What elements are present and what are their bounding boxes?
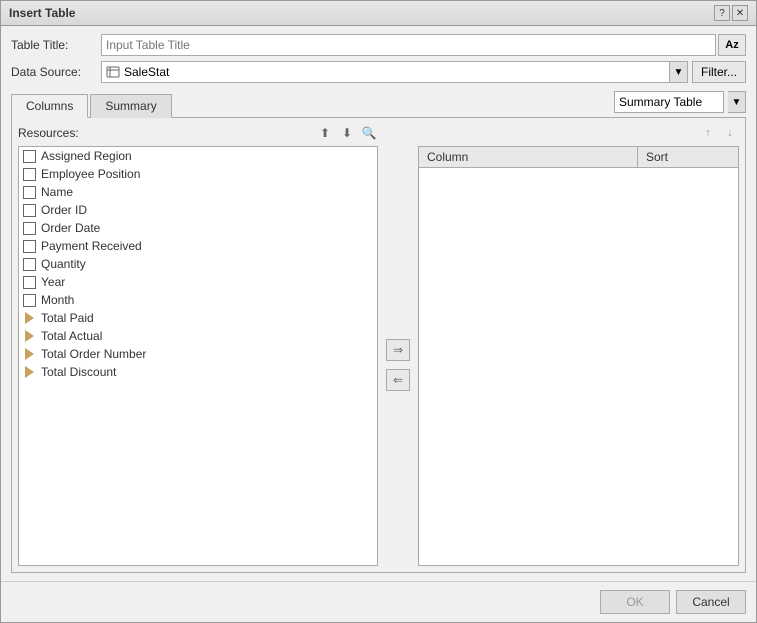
- table-title-label: Table Title:: [11, 38, 101, 52]
- list-item[interactable]: Total Discount: [19, 363, 377, 381]
- move-left-button[interactable]: ⇐: [386, 369, 410, 391]
- close-button[interactable]: ✕: [732, 5, 748, 21]
- tab-columns[interactable]: Columns: [11, 94, 88, 118]
- tabs-container: Columns Summary Summary Table ▼: [11, 91, 746, 118]
- resources-label: Resources:: [18, 126, 79, 140]
- right-header: ↑ ↓: [418, 124, 739, 142]
- resources-list: Assigned Region Employee Position Name Orde…: [18, 146, 378, 566]
- resource-checkbox[interactable]: [23, 294, 36, 307]
- resource-triangle-icon: [23, 348, 36, 361]
- dialog-title: Insert Table: [9, 6, 75, 20]
- resource-label: Name: [41, 185, 73, 199]
- list-item[interactable]: Order Date: [19, 219, 377, 237]
- datasource-row: Data Source: SaleStat ▼ Filter...: [11, 61, 746, 83]
- resource-checkbox[interactable]: [23, 258, 36, 271]
- resource-label: Total Actual: [41, 329, 102, 343]
- az-button[interactable]: Az: [718, 34, 746, 56]
- summary-table-arrow[interactable]: ▼: [728, 91, 746, 113]
- resource-label: Payment Received: [41, 239, 142, 253]
- tab-summary[interactable]: Summary: [90, 94, 171, 118]
- resource-label: Total Paid: [41, 311, 94, 325]
- ok-button[interactable]: OK: [600, 590, 670, 614]
- resource-label: Order ID: [41, 203, 87, 217]
- datasource-select[interactable]: SaleStat: [101, 61, 670, 83]
- list-item[interactable]: Total Order Number: [19, 345, 377, 363]
- column-table: Column Sort: [418, 146, 739, 566]
- resource-checkbox[interactable]: [23, 222, 36, 235]
- summary-table-select[interactable]: Summary Table: [614, 91, 724, 113]
- summary-table-label: Summary Table: [619, 95, 702, 109]
- resource-label: Total Order Number: [41, 347, 146, 361]
- list-item[interactable]: Employee Position: [19, 165, 377, 183]
- datasource-dropdown-arrow[interactable]: ▼: [670, 61, 688, 83]
- resources-header: Resources: ⬆ ⬇ 🔍: [18, 124, 378, 142]
- cancel-button[interactable]: Cancel: [676, 590, 746, 614]
- tabs-left: Columns Summary: [11, 93, 174, 117]
- list-item[interactable]: Assigned Region: [19, 147, 377, 165]
- resource-label: Total Discount: [41, 365, 116, 379]
- resource-label: Assigned Region: [41, 149, 132, 163]
- sort-desc-icon[interactable]: ⬇: [338, 124, 356, 142]
- resource-checkbox[interactable]: [23, 186, 36, 199]
- middle-panel: ⇒ ⇐: [378, 124, 418, 566]
- resource-label: Year: [41, 275, 65, 289]
- tabs-right: Summary Table ▼: [614, 91, 746, 117]
- column-header-column: Column: [419, 147, 638, 167]
- list-item[interactable]: Total Actual: [19, 327, 377, 345]
- resource-triangle-icon: [23, 312, 36, 325]
- resource-checkbox[interactable]: [23, 168, 36, 181]
- list-item[interactable]: Year: [19, 273, 377, 291]
- dialog-footer: OK Cancel: [1, 581, 756, 622]
- resource-checkbox[interactable]: [23, 240, 36, 253]
- main-content: Resources: ⬆ ⬇ 🔍 Assigned Region Employee…: [11, 118, 746, 573]
- insert-table-dialog: Insert Table ? ✕ Table Title: Az Data So…: [0, 0, 757, 623]
- list-item[interactable]: Quantity: [19, 255, 377, 273]
- title-bar-controls: ? ✕: [714, 5, 748, 21]
- datasource-icon: [106, 65, 120, 79]
- datasource-label: Data Source:: [11, 65, 101, 79]
- list-item[interactable]: Payment Received: [19, 237, 377, 255]
- resource-label: Quantity: [41, 257, 86, 271]
- resource-label: Order Date: [41, 221, 100, 235]
- resource-checkbox[interactable]: [23, 204, 36, 217]
- resource-checkbox[interactable]: [23, 276, 36, 289]
- table-title-input[interactable]: [101, 34, 716, 56]
- resource-label: Month: [41, 293, 74, 307]
- resources-icons: ⬆ ⬇ 🔍: [316, 124, 378, 142]
- resource-triangle-icon: [23, 330, 36, 343]
- title-bar: Insert Table ? ✕: [1, 1, 756, 26]
- right-panel: ↑ ↓ Column Sort: [418, 124, 739, 566]
- sort-asc-icon[interactable]: ⬆: [316, 124, 334, 142]
- resource-triangle-icon: [23, 366, 36, 379]
- sort-down-icon[interactable]: ↓: [721, 124, 739, 142]
- dialog-body: Table Title: Az Data Source: SaleStat ▼ …: [1, 26, 756, 581]
- move-right-button[interactable]: ⇒: [386, 339, 410, 361]
- resource-label: Employee Position: [41, 167, 140, 181]
- column-table-header: Column Sort: [419, 147, 738, 168]
- list-item[interactable]: Month: [19, 291, 377, 309]
- sort-up-icon[interactable]: ↑: [699, 124, 717, 142]
- list-item[interactable]: Total Paid: [19, 309, 377, 327]
- help-button[interactable]: ?: [714, 5, 730, 21]
- column-header-sort: Sort: [638, 147, 738, 167]
- search-icon[interactable]: 🔍: [360, 124, 378, 142]
- table-title-row: Table Title: Az: [11, 34, 746, 56]
- datasource-value: SaleStat: [124, 65, 169, 79]
- resource-checkbox[interactable]: [23, 150, 36, 163]
- left-panel: Resources: ⬆ ⬇ 🔍 Assigned Region Employee…: [18, 124, 378, 566]
- filter-button[interactable]: Filter...: [692, 61, 746, 83]
- list-item[interactable]: Name: [19, 183, 377, 201]
- list-item[interactable]: Order ID: [19, 201, 377, 219]
